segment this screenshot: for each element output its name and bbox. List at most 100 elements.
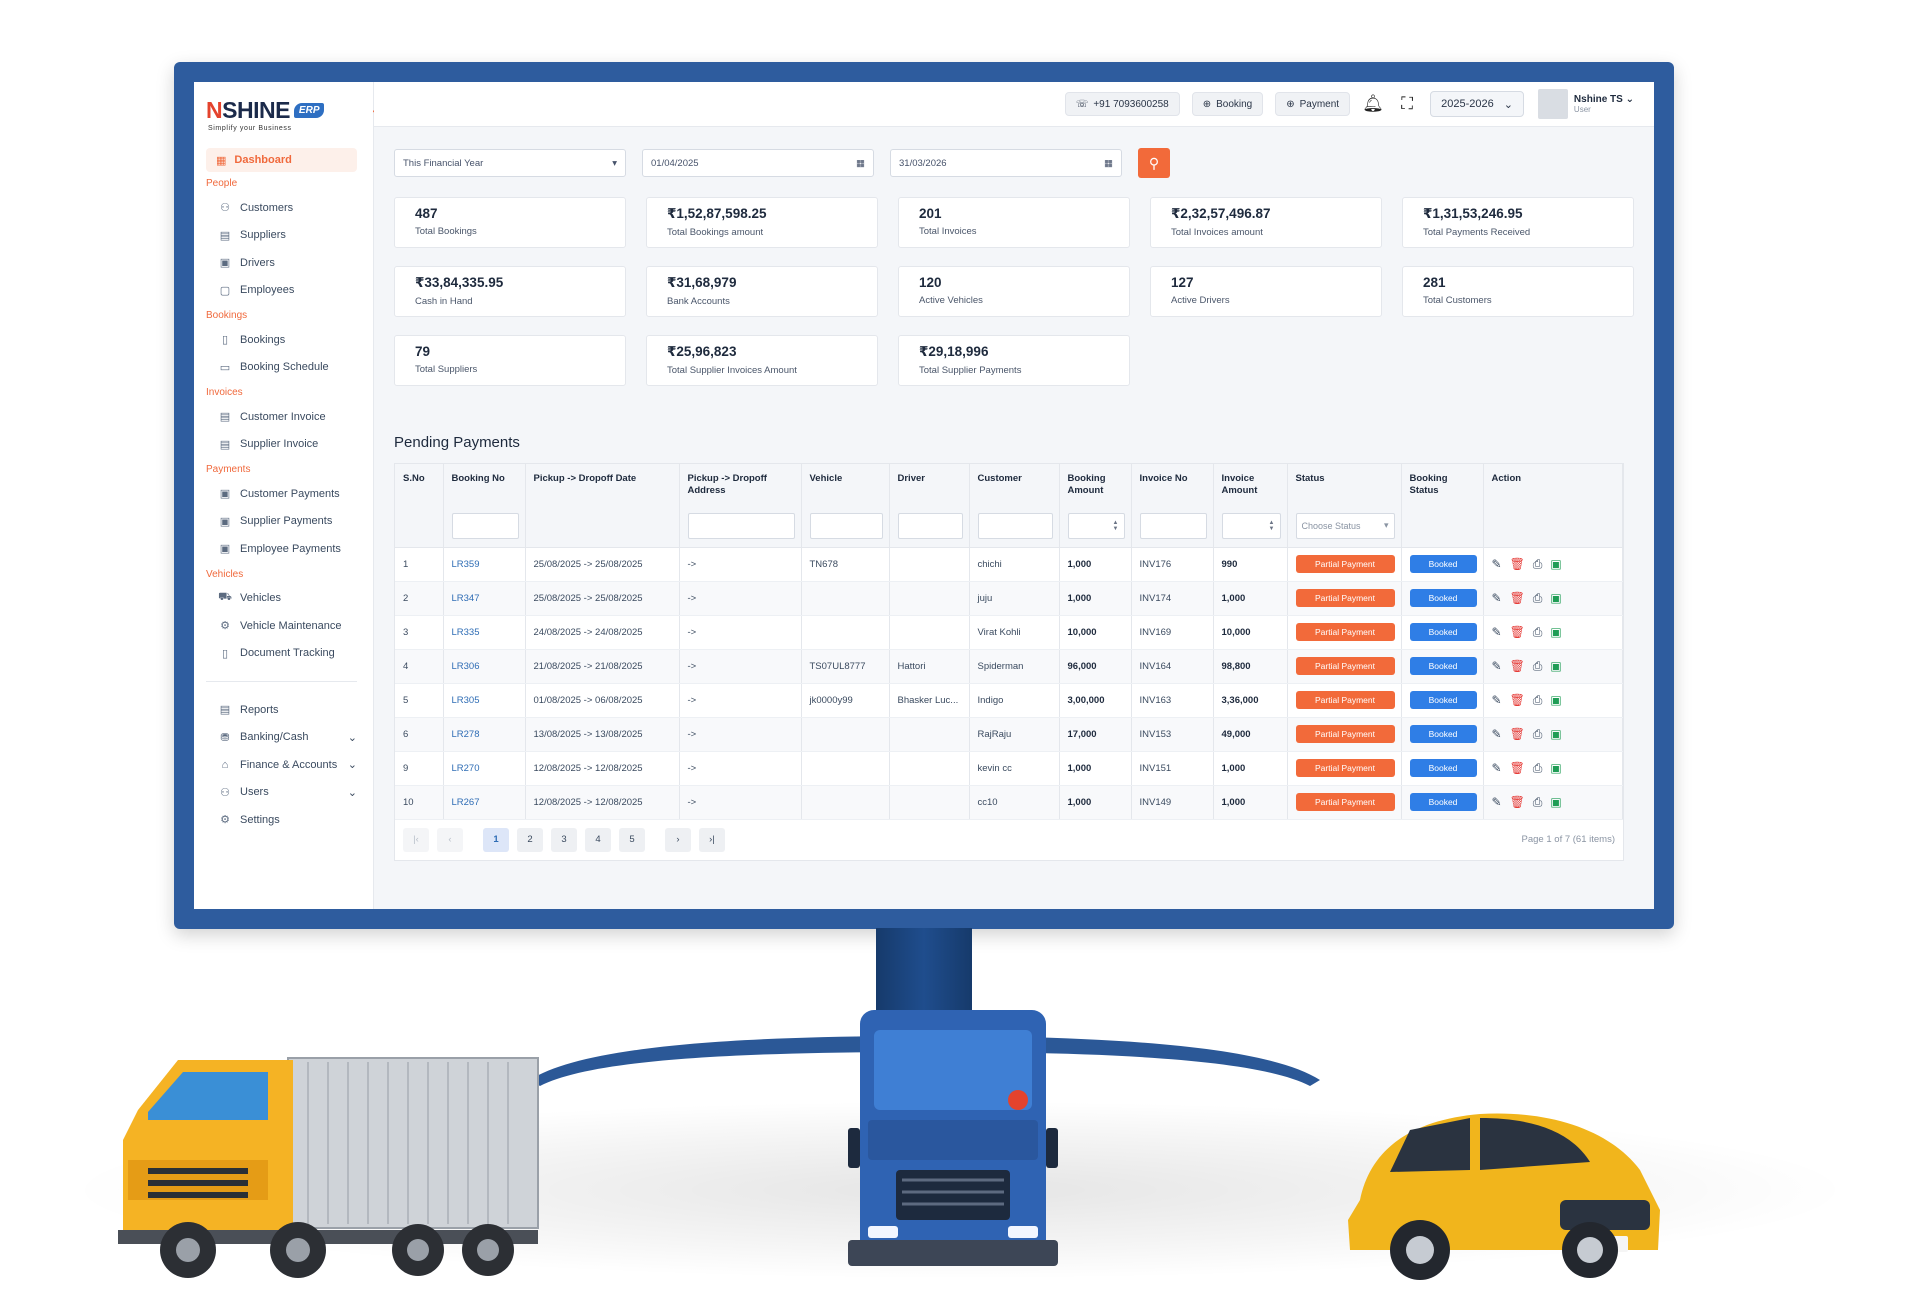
trash-icon[interactable]: 🗑︎ <box>1510 761 1525 775</box>
column-header[interactable]: Booking Amount <box>1059 464 1132 505</box>
user-menu[interactable]: Nshine TS ⌄ User <box>1537 89 1634 119</box>
printer-icon[interactable]: ⎙ <box>1533 693 1543 708</box>
invoice-no-filter[interactable] <box>1139 512 1207 539</box>
cash-icon[interactable]: ▣ <box>1550 557 1561 571</box>
to-date-input[interactable]: 31/03/2026 ▦ <box>890 149 1122 177</box>
printer-icon[interactable]: ⎙ <box>1533 557 1543 572</box>
pencil-icon[interactable]: ✎ <box>1492 659 1502 673</box>
cash-icon[interactable]: ▣ <box>1550 659 1561 673</box>
brand-logo[interactable]: NSHINE ERP <box>194 90 373 130</box>
next-page-button[interactable]: › <box>665 827 691 852</box>
customer-filter[interactable] <box>977 512 1053 539</box>
stat-card[interactable]: 487 Total Bookings <box>394 197 626 248</box>
page-button[interactable]: 2 <box>517 827 543 852</box>
sidebar-item-dashboard[interactable]: ▦ Dashboard <box>206 148 357 172</box>
sidebar-item-vehicle-maintenance[interactable]: ⚙ Vehicle Maintenance <box>206 612 357 640</box>
cash-icon[interactable]: ▣ <box>1550 761 1561 775</box>
stat-card[interactable]: 201 Total Invoices <box>898 197 1130 248</box>
sidebar-item-reports[interactable]: ▤ Reports <box>206 696 357 724</box>
pencil-icon[interactable]: ✎ <box>1492 625 1502 639</box>
prev-page-button[interactable]: ‹ <box>437 827 463 852</box>
column-header[interactable]: S.No <box>395 464 444 505</box>
printer-icon[interactable]: ⎙ <box>1533 761 1543 776</box>
booking-no-filter[interactable] <box>451 512 519 539</box>
driver-filter[interactable] <box>897 512 963 539</box>
from-date-input[interactable]: 01/04/2025 ▦ <box>642 149 874 177</box>
pencil-icon[interactable]: ✎ <box>1492 693 1502 707</box>
column-header[interactable]: Customer <box>969 464 1060 505</box>
stat-card[interactable]: ₹33,84,335.95 Cash in Hand <box>394 266 626 317</box>
cash-icon[interactable]: ▣ <box>1550 591 1561 605</box>
sidebar-item-supplier-invoice[interactable]: ▤ Supplier Invoice <box>206 431 357 459</box>
stat-card[interactable]: ₹29,18,996 Total Supplier Payments <box>898 335 1130 386</box>
fullscreen-icon[interactable]: ⛶ <box>1396 94 1418 114</box>
column-header[interactable]: Invoice Amount <box>1213 464 1288 505</box>
period-select[interactable]: This Financial Year ▾ <box>394 149 626 177</box>
trash-icon[interactable]: 🗑︎ <box>1510 591 1525 605</box>
trash-icon[interactable]: 🗑︎ <box>1510 557 1525 571</box>
booking-link[interactable]: LR335 <box>443 615 526 650</box>
column-header[interactable]: Invoice No <box>1131 464 1214 505</box>
sidebar-item-customer-invoice[interactable]: ▤ Customer Invoice <box>206 403 357 431</box>
printer-icon[interactable]: ⎙ <box>1533 795 1543 810</box>
sidebar-item-users[interactable]: ⚇ Users ⌄ <box>206 779 357 807</box>
pencil-icon[interactable]: ✎ <box>1492 591 1502 605</box>
trash-icon[interactable]: 🗑︎ <box>1510 659 1525 673</box>
column-header[interactable]: Status <box>1287 464 1402 505</box>
pencil-icon[interactable]: ✎ <box>1492 727 1502 741</box>
trash-icon[interactable]: 🗑︎ <box>1510 625 1525 639</box>
stat-card[interactable]: ₹1,31,53,246.95 Total Payments Received <box>1402 197 1634 248</box>
printer-icon[interactable]: ⎙ <box>1533 727 1543 742</box>
column-header[interactable]: Vehicle <box>801 464 890 505</box>
booking-link[interactable]: LR347 <box>443 581 526 616</box>
sidebar-item-drivers[interactable]: ▣ Drivers <box>206 249 357 277</box>
page-button[interactable]: 5 <box>619 827 645 852</box>
booking-link[interactable]: LR278 <box>443 717 526 752</box>
stat-card[interactable]: 120 Active Vehicles <box>898 266 1130 317</box>
page-button[interactable]: 3 <box>551 827 577 852</box>
pencil-icon[interactable]: ✎ <box>1492 557 1502 571</box>
booking-link[interactable]: LR305 <box>443 683 526 718</box>
booking-link[interactable]: LR306 <box>443 649 526 684</box>
cash-icon[interactable]: ▣ <box>1550 625 1561 639</box>
search-button[interactable]: ⚲ <box>1138 148 1170 178</box>
column-header[interactable]: Pickup -> Dropoff Date <box>525 464 680 505</box>
column-header[interactable]: Booking No <box>443 464 526 505</box>
sidebar-item-vehicles[interactable]: ⛟ Vehicles <box>206 585 357 613</box>
pencil-icon[interactable]: ✎ <box>1492 761 1502 775</box>
printer-icon[interactable]: ⎙ <box>1533 659 1543 674</box>
page-button[interactable]: 1 <box>483 827 509 852</box>
stat-card[interactable]: 79 Total Suppliers <box>394 335 626 386</box>
column-header[interactable]: Pickup -> Dropoff Address <box>679 464 802 505</box>
bell-icon[interactable]: 🔔︎ <box>1362 94 1384 114</box>
sidebar-item-customer-payments[interactable]: ▣ Customer Payments <box>206 480 357 508</box>
cash-icon[interactable]: ▣ <box>1550 795 1561 809</box>
new-booking-button[interactable]: ⊕ Booking <box>1191 92 1264 116</box>
financial-year-select[interactable]: 2025-2026 ⌄ <box>1430 91 1524 117</box>
trash-icon[interactable]: 🗑︎ <box>1510 795 1525 809</box>
column-header[interactable]: Booking Status <box>1401 464 1484 505</box>
stat-card[interactable]: ₹31,68,979 Bank Accounts <box>646 266 878 317</box>
invoice-amount-filter[interactable]: ▲ ▼ <box>1221 512 1281 539</box>
sidebar-item-booking-schedule[interactable]: ▭ Booking Schedule <box>206 354 357 382</box>
booking-amount-filter[interactable]: ▲ ▼ <box>1067 512 1125 539</box>
printer-icon[interactable]: ⎙ <box>1533 591 1543 606</box>
sidebar-item-supplier-payments[interactable]: ▣ Supplier Payments <box>206 508 357 536</box>
pencil-icon[interactable]: ✎ <box>1492 795 1502 809</box>
trash-icon[interactable]: 🗑︎ <box>1510 727 1525 741</box>
page-button[interactable]: 4 <box>585 827 611 852</box>
stat-card[interactable]: ₹1,52,87,598.25 Total Bookings amount <box>646 197 878 248</box>
stat-card[interactable]: ₹25,96,823 Total Supplier Invoices Amount <box>646 335 878 386</box>
stat-card[interactable]: ₹2,32,57,496.87 Total Invoices amount <box>1150 197 1382 248</box>
vehicle-filter[interactable] <box>809 512 883 539</box>
sidebar-item-employee-payments[interactable]: ▣ Employee Payments <box>206 535 357 563</box>
stat-card[interactable]: 127 Active Drivers <box>1150 266 1382 317</box>
support-phone-button[interactable]: ☏ +91 7093600258 <box>1064 92 1180 116</box>
sidebar-item-banking[interactable]: ⛃ Banking/Cash ⌄ <box>206 724 357 752</box>
column-header[interactable]: Driver <box>889 464 970 505</box>
new-payment-button[interactable]: ⊕ Payment <box>1275 92 1351 116</box>
stat-card[interactable]: 281 Total Customers <box>1402 266 1634 317</box>
trash-icon[interactable]: 🗑︎ <box>1510 693 1525 707</box>
booking-link[interactable]: LR359 <box>443 547 526 582</box>
first-page-button[interactable]: |‹ <box>403 827 429 852</box>
